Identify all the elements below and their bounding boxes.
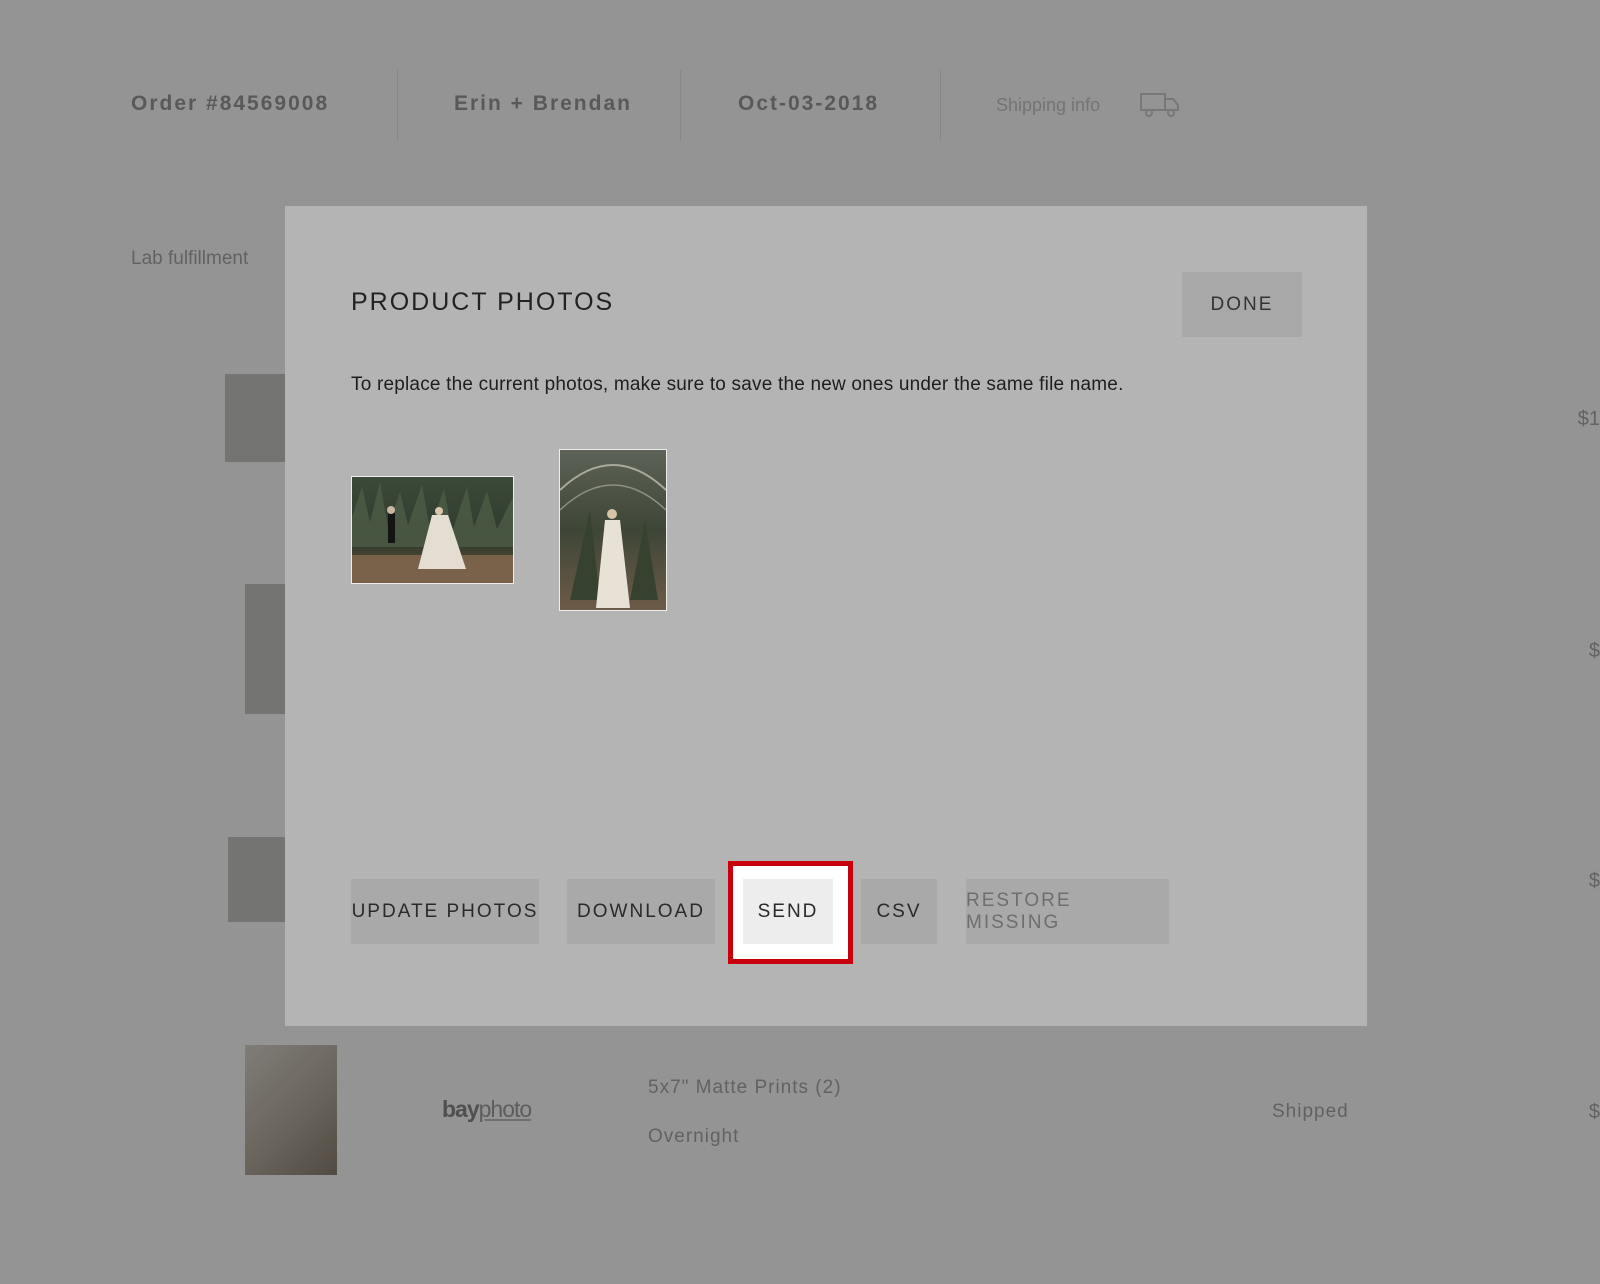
send-button[interactable]: SEND bbox=[743, 879, 833, 944]
modal-title: PRODUCT PHOTOS bbox=[351, 288, 615, 316]
download-button[interactable]: DOWNLOAD bbox=[567, 879, 715, 944]
couple-dancing-photo[interactable] bbox=[351, 476, 514, 584]
restore-missing-button[interactable]: RESTORE MISSING bbox=[966, 879, 1169, 944]
update-photos-button[interactable]: UPDATE PHOTOS bbox=[351, 879, 539, 944]
modal-description: To replace the current photos, make sure… bbox=[351, 374, 1124, 395]
bride-greenhouse-photo[interactable] bbox=[559, 449, 667, 611]
done-button[interactable]: DONE bbox=[1182, 272, 1302, 337]
csv-button[interactable]: CSV bbox=[861, 879, 937, 944]
product-photos-modal: PRODUCT PHOTOS DONE To replace the curre… bbox=[285, 206, 1367, 1026]
